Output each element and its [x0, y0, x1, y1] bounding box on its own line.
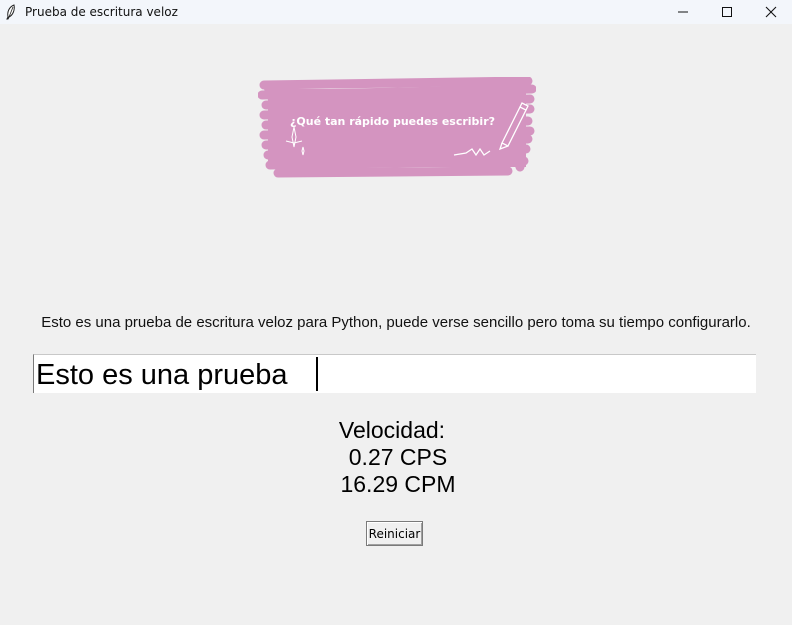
window-title: Prueba de escritura veloz [25, 5, 178, 19]
minimize-button[interactable] [660, 0, 705, 24]
close-icon [765, 6, 776, 18]
close-button[interactable] [748, 0, 792, 24]
banner-title: ¿Qué tan rápido puedes escribir? [290, 115, 495, 128]
banner-image [257, 76, 537, 181]
minimize-icon [677, 11, 688, 13]
restart-button[interactable]: Reiniciar [366, 521, 423, 546]
window-titlebar[interactable]: Prueba de escritura veloz [0, 0, 792, 24]
typing-input-value: Esto es una prueba [36, 359, 296, 391]
speed-cps-value: 0.27 CPS [348, 444, 448, 470]
speed-label: Velocidad: [338, 417, 446, 443]
description-text: Esto es una prueba de escritura veloz pa… [41, 314, 751, 331]
feather-icon [5, 4, 17, 20]
text-caret [316, 357, 318, 391]
typing-input[interactable]: Esto es una prueba [33, 354, 756, 393]
maximize-icon [721, 7, 732, 17]
maximize-button[interactable] [704, 0, 749, 24]
speed-cpm-value: 16.29 CPM [340, 471, 456, 497]
